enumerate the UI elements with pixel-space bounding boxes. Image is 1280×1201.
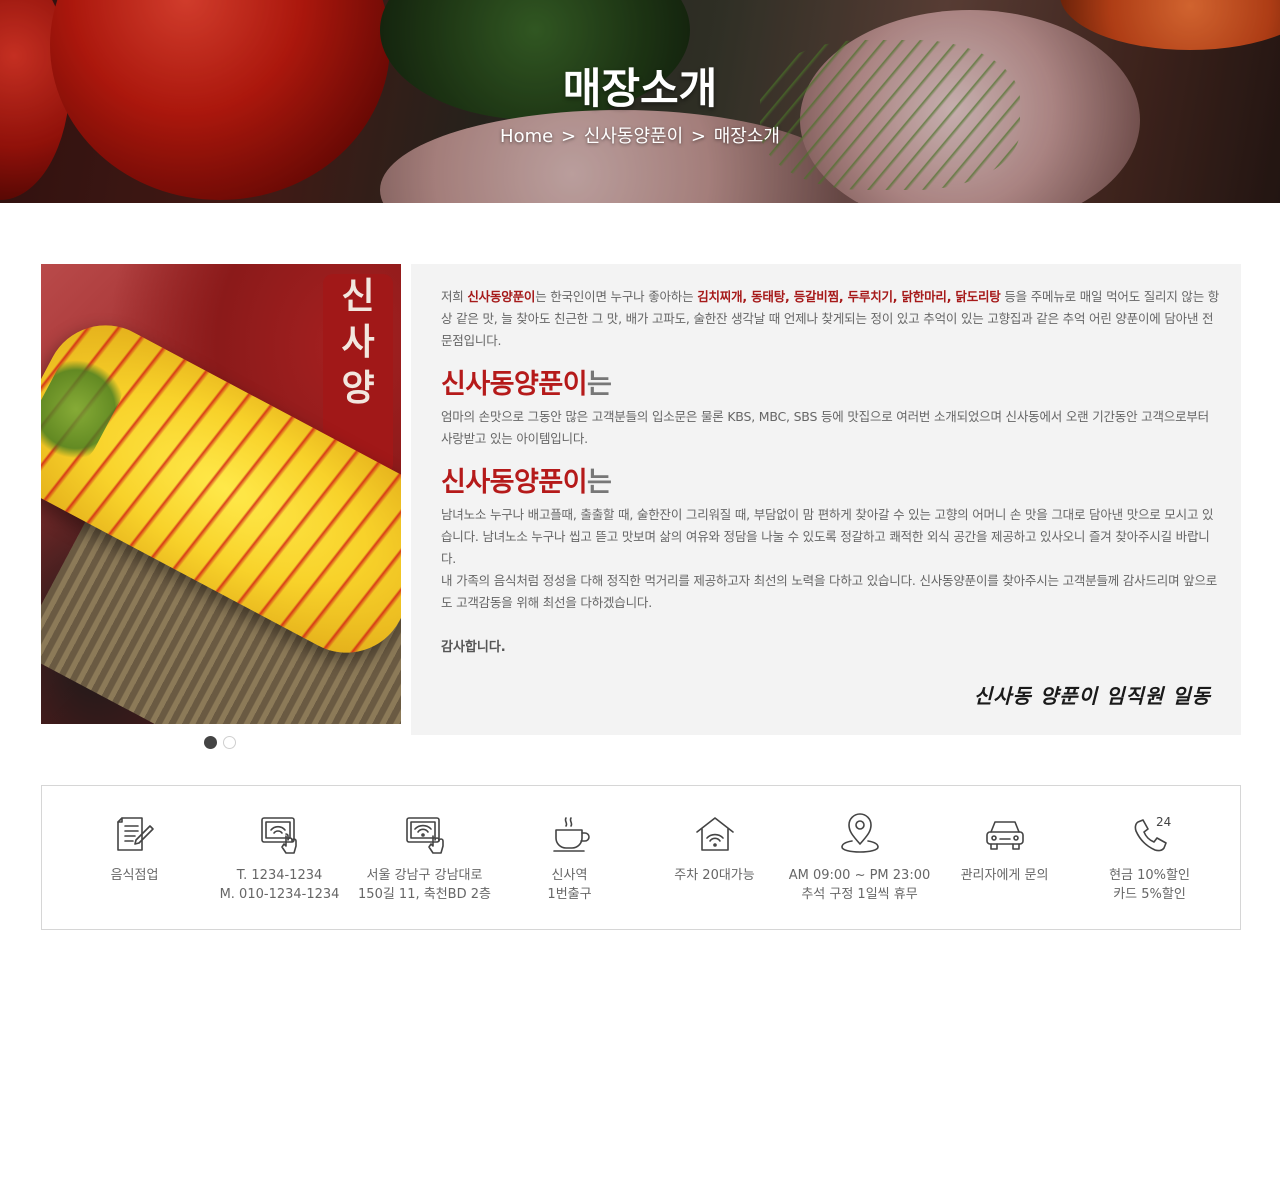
tablet-touch-icon	[260, 817, 297, 854]
breadcrumb-home-link[interactable]: Home	[500, 126, 553, 147]
staff-signature: 신사동 양푼이 임직원 일동	[973, 684, 1211, 708]
section-heading-1: 신사동양푼이는	[441, 368, 1221, 402]
slider-dot-2[interactable]	[223, 736, 236, 749]
heading-brand: 신사동양푼이	[441, 467, 588, 498]
info-text: 관리자에게 문의	[960, 868, 1049, 883]
info-text: 주차 20대가능	[674, 868, 755, 883]
info-contact: 관리자에게 문의	[932, 812, 1077, 885]
slider-pagination	[204, 736, 236, 749]
coffee-cup-icon	[552, 817, 590, 852]
info-line: M. 010-1234-1234	[219, 887, 340, 902]
section-heading-2: 신사동양푼이는	[441, 466, 1221, 500]
intro-paragraph-1: 저희 신사동양푼이는 한국인이면 누구나 좋아하는 김치찌개, 동태탕, 등갈비…	[441, 286, 1221, 352]
info-text: 현금 10%할인카드 5%할인	[1077, 866, 1222, 904]
location-pin-icon	[840, 813, 879, 853]
info-text: 신사역 1번출구	[497, 866, 642, 904]
info-line: 추석 구정 1일씩 휴무	[801, 887, 918, 902]
sign-char: 사	[341, 322, 375, 363]
info-line: T. 1234-1234	[236, 868, 323, 883]
house-wifi-icon	[695, 817, 734, 851]
car-icon	[985, 821, 1024, 850]
info-hours: AM 09:00 ~ PM 23:00 추석 구정 1일씩 휴무	[787, 812, 932, 904]
breadcrumb-brand-link[interactable]: 신사동양푼이	[584, 126, 683, 147]
breadcrumb-separator: >	[690, 126, 706, 147]
brand-highlight: 신사동양푼이	[467, 289, 536, 304]
intro-paragraph-3: 남녀노소 누구나 배고플때, 출출할 때, 술한잔이 그리워질 때, 부담없이 …	[441, 507, 1214, 566]
info-line: 신사역	[551, 868, 588, 883]
hero-banner: 매장소개 Home > 신사동양푼이 > 매장소개	[0, 0, 1280, 203]
breadcrumb: Home > 신사동양푼이 > 매장소개	[0, 122, 1280, 148]
menu-highlight: 김치찌개, 동태탕, 등갈비찜, 두루치기, 닭한마리, 닭도리탕	[697, 289, 1001, 304]
phone-24-icon: 24	[1134, 815, 1171, 852]
intro-paragraph-4: 내 가족의 음식처럼 정성을 다해 정직한 먹거리를 제공하고자 최선의 노력을…	[441, 573, 1218, 610]
info-text: 서울 강남구 강남대로 150길 11, 축천BD 2층	[352, 866, 497, 904]
heading-brand: 신사동양푼이	[441, 369, 588, 400]
info-line: 카드 5%할인	[1113, 887, 1186, 902]
info-line: 1번출구	[547, 887, 592, 902]
intro-paragraph-2: 엄마의 손맛으로 그동안 많은 고객분들의 입소문은 물론 KBS, MBC, …	[441, 409, 1209, 446]
info-line: 현금 10%할인	[1109, 868, 1190, 883]
heading-suffix: 는	[587, 369, 612, 400]
slider-dot-1[interactable]	[204, 736, 217, 749]
info-parking: 주차 20대가능	[642, 812, 787, 885]
info-text: T. 1234-1234 M. 010-1234-1234	[207, 866, 352, 904]
breadcrumb-separator: >	[560, 126, 577, 147]
intro-text: 는 한국인이면 누구나 좋아하는	[535, 289, 698, 304]
sign-char: 신	[341, 276, 375, 317]
intro-text: 저희	[441, 289, 468, 304]
info-subway: 신사역 1번출구	[497, 812, 642, 904]
tablet-wifi-icon	[405, 817, 444, 854]
info-line: AM 09:00 ~ PM 23:00	[788, 868, 931, 883]
sign-char: 양	[341, 368, 375, 409]
intro-content: 저희 신사동양푼이는 한국인이면 누구나 좋아하는 김치찌개, 동태탕, 등갈비…	[441, 286, 1221, 655]
breadcrumb-current: 매장소개	[713, 126, 780, 147]
thanks-text: 감사합니다.	[441, 640, 506, 655]
document-pen-icon	[116, 817, 154, 851]
info-line: 서울 강남구 강남대로	[366, 868, 483, 883]
info-text: AM 09:00 ~ PM 23:00 추석 구정 1일씩 휴무	[787, 866, 932, 904]
phone-24-badge: 24	[1156, 815, 1171, 829]
info-discount: 24 현금 10%할인카드 5%할인	[1077, 812, 1222, 904]
info-address: 서울 강남구 강남대로 150길 11, 축천BD 2층	[352, 812, 497, 904]
info-phone: T. 1234-1234 M. 010-1234-1234	[207, 812, 352, 904]
info-text: 음식점업	[110, 868, 159, 883]
store-info-bar: 음식점업 T. 1234-1234 M. 010-1234-1234 서울 강남…	[41, 785, 1241, 930]
page-title: 매장소개	[562, 64, 718, 113]
info-business-type: 음식점업	[62, 812, 207, 885]
info-line: 150길 11, 축천BD 2층	[358, 887, 491, 902]
omelet-vegetable	[41, 344, 133, 475]
intro-panel: 저희 신사동양푼이는 한국인이면 누구나 좋아하는 김치찌개, 동태탕, 등갈비…	[411, 264, 1241, 735]
heading-suffix: 는	[587, 467, 612, 498]
store-image-slider[interactable]: 신 사 양	[41, 264, 401, 724]
